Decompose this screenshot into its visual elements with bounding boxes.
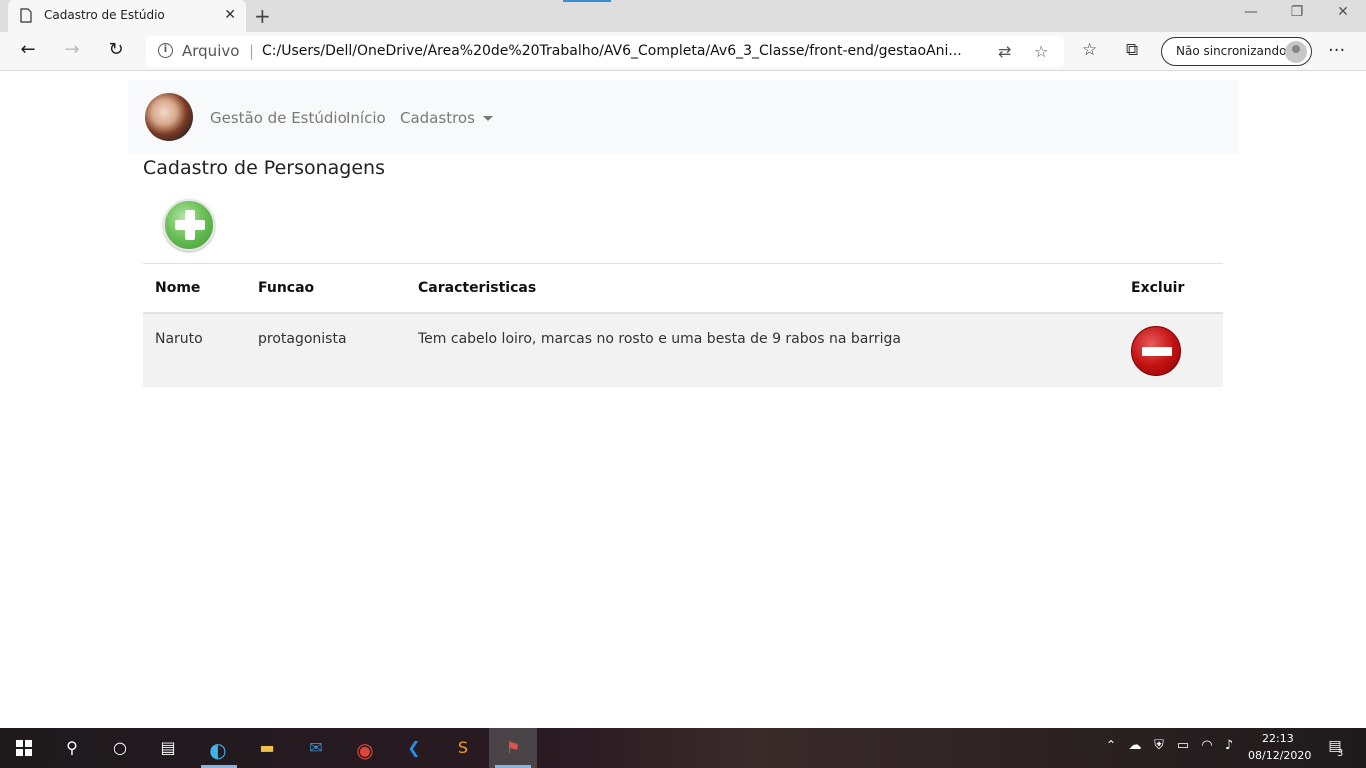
sync-profile-button[interactable]: Não sincronizando [1161,37,1312,66]
table-row: Naruto protagonista Tem cabelo loiro, ma… [143,312,1223,387]
search-icon[interactable]: ⚲ [61,738,83,758]
column-header-caracteristicas: Caracteristicas [406,263,1119,314]
vscode-icon[interactable]: ❮ [403,738,425,758]
add-character-button[interactable] [163,199,215,251]
browser-tab[interactable]: Cadastro de Estúdio ✕ [8,0,246,32]
brand-name[interactable]: Gestão de Estúdio [210,109,347,127]
site-navbar: Gestão de Estúdio Início Cadastros [128,80,1238,154]
tab-title: Cadastro de Estúdio [44,8,165,22]
forward-icon[interactable]: → [60,39,84,60]
favorite-star-icon[interactable]: ☆ [1034,42,1048,61]
url-separator: | [249,42,255,60]
clock-time[interactable]: 22:13 [1262,732,1294,745]
brand-logo[interactable] [145,93,193,141]
favorites-list-icon[interactable]: ☆ [1082,40,1097,60]
column-header-funcao: Funcao [246,263,406,314]
translate-icon[interactable]: ⇄ [998,42,1011,61]
column-header-excluir: Excluir [1119,263,1223,314]
security-shield-icon[interactable]: ⛨ [1148,738,1170,758]
chrome-icon[interactable]: ◉ [354,738,376,762]
address-bar: ← → ↻ i Arquivo | C:/Users/Dell/OneDrive… [0,32,1366,71]
characters-table: Nome Funcao Caracteristicas Excluir Naru… [143,263,1223,387]
window-close-icon[interactable]: ✕ [1320,4,1366,20]
collections-icon[interactable]: ⧉ [1126,40,1138,60]
edge-browser-icon[interactable]: ◐ [207,738,229,762]
wifi-icon[interactable]: ◠ [1196,738,1218,758]
notification-count: 3 [1337,748,1344,759]
cell-excluir [1119,312,1223,387]
windows-start-icon[interactable] [16,740,32,756]
volume-icon[interactable]: ♪ [1218,738,1240,758]
url-scheme-label: Arquivo [182,42,240,60]
nav-dropdown-label: Cadastros [400,109,475,127]
sync-label: Não sincronizando [1176,44,1287,58]
minimize-icon[interactable]: — [1228,4,1274,20]
info-icon[interactable]: i [158,43,173,58]
plus-icon-bar [175,220,205,230]
mail-icon[interactable]: ✉ [305,738,327,758]
windows-taskbar: ⚲ ○ ▤ ◐ ▬ ✉ ◉ ❮ S ⚑ ⌃ ☁ ⛨ ▭ ◠ ♪ 22:13 08… [0,728,1366,768]
document-icon [20,8,32,23]
nav-link-inicio[interactable]: Início [346,109,386,127]
file-explorer-icon[interactable]: ▬ [256,738,278,758]
back-icon[interactable]: ← [16,39,40,60]
url-input[interactable]: i Arquivo | C:/Users/Dell/OneDrive/Área%… [146,36,1064,67]
onedrive-icon[interactable]: ☁ [1124,738,1146,758]
clock-date[interactable]: 08/12/2020 [1248,749,1311,762]
cortana-icon[interactable]: ○ [109,738,131,758]
profile-avatar-icon [1285,41,1307,63]
nav-dropdown-cadastros[interactable]: Cadastros [400,109,493,127]
url-text[interactable]: C:/Users/Dell/OneDrive/Área%20de%20Traba… [262,43,982,59]
app-icon[interactable]: ⚑ [502,738,524,758]
restore-icon[interactable]: ❐ [1274,4,1320,20]
table-header-row: Nome Funcao Caracteristicas Excluir [143,263,1223,314]
page-title: Cadastro de Personagens [143,157,385,179]
browser-tab-bar: Cadastro de Estúdio ✕ + — ❐ ✕ [0,0,1366,32]
more-menu-icon[interactable]: ··· [1328,40,1345,61]
cell-caracteristicas: Tem cabelo loiro, marcas no rosto e uma … [406,312,1119,387]
tab-close-icon[interactable]: ✕ [224,7,236,23]
delete-button[interactable] [1131,325,1181,376]
minus-icon [1142,346,1172,356]
cell-nome: Naruto [143,312,246,387]
tray-chevron-up-icon[interactable]: ⌃ [1100,738,1122,758]
refresh-icon[interactable]: ↻ [104,39,128,60]
cell-funcao: protagonista [246,312,406,387]
new-tab-icon[interactable]: + [254,4,271,28]
tab-drag-indicator [563,0,611,2]
column-header-nome: Nome [143,263,246,314]
task-view-icon[interactable]: ▤ [157,738,179,758]
battery-icon[interactable]: ▭ [1172,738,1194,758]
sublime-text-icon[interactable]: S [452,738,474,758]
caret-down-icon [482,116,493,121]
